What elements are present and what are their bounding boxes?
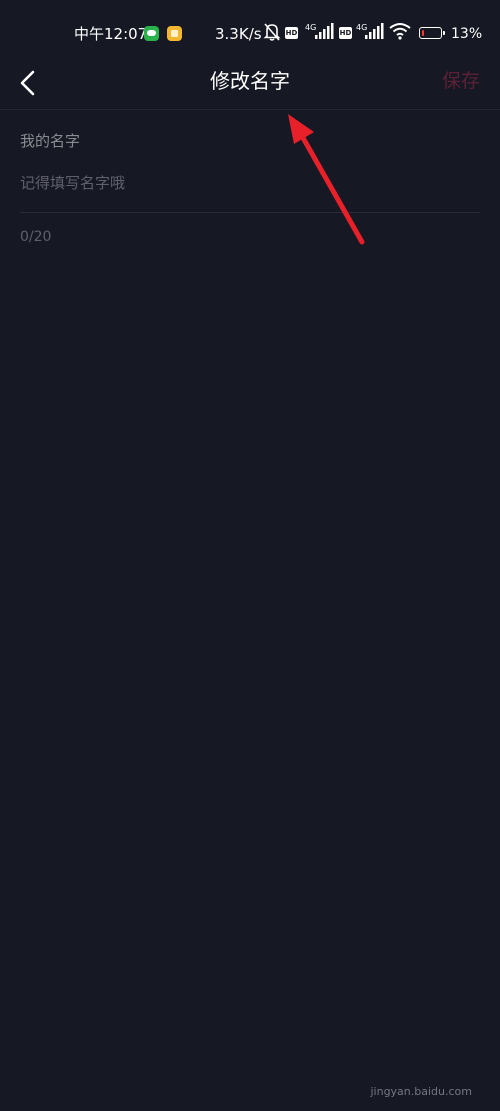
page-title: 修改名字 (210, 69, 290, 93)
input-divider (20, 212, 480, 213)
hd-voice-badge: HD (285, 27, 298, 39)
status-bar: 中午12:07 3.3K/s HD 4G HD 4G 13% (0, 0, 500, 66)
battery-percent: 13% (451, 26, 483, 42)
battery-icon (419, 27, 445, 39)
character-counter: 0/20 (20, 229, 52, 245)
notes-notification-icon (167, 26, 182, 41)
wifi-icon (389, 23, 411, 40)
wechat-notification-icon (144, 26, 159, 41)
annotation-arrow-icon (288, 114, 365, 245)
status-time: 中午12:07 (74, 25, 148, 43)
watermark: jingyan.baidu.com (370, 1085, 472, 1098)
mute-bell-icon (263, 23, 281, 41)
hd-voice-badge-2: HD (339, 27, 352, 39)
nav-divider (0, 109, 500, 110)
battery-level-fill (421, 29, 424, 36)
name-field-label: 我的名字 (20, 132, 81, 150)
nav-bar: 修改名字 保存 (0, 58, 500, 108)
network-speed: 3.3K/s (215, 25, 262, 43)
signal-strength-icon-2 (365, 23, 384, 39)
save-button[interactable]: 保存 (442, 67, 480, 95)
name-input[interactable] (20, 168, 480, 198)
signal-strength-icon (315, 23, 334, 39)
